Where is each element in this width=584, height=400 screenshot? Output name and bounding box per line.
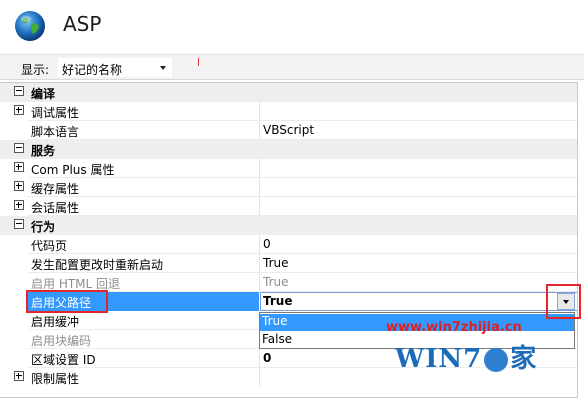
divider [259,368,260,387]
category-label: 行为 [31,220,56,234]
chevron-down-icon [160,66,166,70]
property-value[interactable]: 0 [263,237,271,251]
watermark-brand-left: WIN7 [395,344,483,374]
globe-icon [15,11,45,41]
property-name: 区域设置 ID [31,353,96,367]
property-row[interactable]: 会话属性 [0,197,577,216]
property-name: 限制属性 [31,372,80,386]
highlight-box-property [26,290,108,313]
property-row[interactable]: 缓存属性 [0,178,577,197]
property-row[interactable]: 代码页 0 [0,235,577,254]
expand-icon[interactable] [14,200,24,210]
divider [259,254,260,273]
property-name: Com Plus 属性 [31,163,115,177]
value-editor[interactable] [260,292,577,311]
property-row[interactable]: Com Plus 属性 [0,159,577,178]
cursor-mark [198,58,199,66]
property-name: 缓存属性 [31,182,80,196]
windows-logo-icon [484,348,509,372]
property-name: 会话属性 [31,201,80,215]
expand-icon[interactable] [14,181,24,191]
expand-icon[interactable] [14,105,24,115]
category-row[interactable]: 行为 [0,216,577,235]
property-name: 脚本语言 [31,125,80,139]
property-row[interactable]: 脚本语言 VBScript [0,121,577,140]
header: ASP [0,0,584,52]
divider [259,121,260,140]
page-title: ASP [63,12,102,36]
watermark-brand-right: 家 [510,344,538,374]
category-row[interactable]: 编译 [0,83,577,102]
property-value[interactable]: True [263,256,289,270]
category-label: 编译 [31,87,56,101]
property-value[interactable]: 0 [263,351,271,365]
property-name: 启用缓冲 [31,315,80,329]
property-name: 代码页 [31,239,68,253]
category-label: 服务 [31,144,56,158]
property-name: 调试属性 [31,106,80,120]
display-mode-select[interactable]: 好记的名称 [57,57,173,78]
property-row[interactable]: 调试属性 [0,102,577,121]
collapse-icon[interactable] [14,219,24,229]
expand-icon[interactable] [14,371,24,381]
property-value[interactable]: VBScript [263,123,314,137]
divider [259,102,260,121]
property-name: 发生配置更改时重新启动 [31,258,164,272]
category-row[interactable]: 服务 [0,140,577,159]
divider [259,178,260,197]
collapse-icon[interactable] [14,86,24,96]
expand-icon[interactable] [14,162,24,172]
display-label: 显示: [21,63,50,77]
property-value[interactable]: True [263,275,289,289]
property-value[interactable]: True [263,294,292,308]
display-mode-value: 好记的名称 [62,63,123,77]
collapse-icon[interactable] [14,143,24,153]
divider [259,273,260,292]
property-name: 启用块编码 [31,334,92,348]
divider [259,349,260,368]
watermark-logo: WIN7 家 [395,338,537,375]
toolbar: 显示: 好记的名称 [0,54,584,80]
divider [259,235,260,254]
divider [259,159,260,178]
watermark-url: www.win7zhijia.cn [386,320,522,335]
property-row[interactable]: 发生配置更改时重新启动 True [0,254,577,273]
divider [259,197,260,216]
highlight-box-dropdown [546,284,581,319]
